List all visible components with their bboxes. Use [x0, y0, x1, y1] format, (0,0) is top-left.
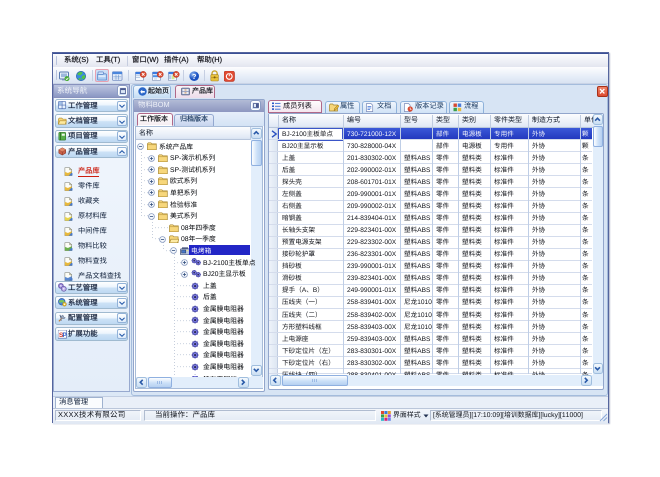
svg-text:?: ?: [192, 72, 197, 81]
svg-text:P: P: [62, 331, 67, 338]
